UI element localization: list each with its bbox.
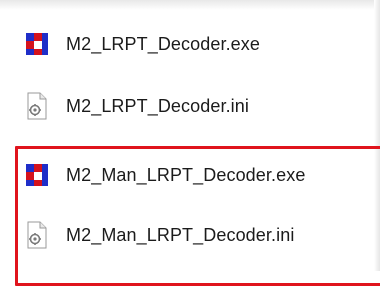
file-name: M2_Man_LRPT_Decoder.ini bbox=[66, 224, 295, 245]
file-name: M2_LRPT_Decoder.exe bbox=[66, 33, 261, 54]
file-item-m2-man-lrpt-decoder-ini[interactable]: M2_Man_LRPT_Decoder.ini bbox=[0, 207, 380, 263]
file-item-m2-lrpt-decoder-ini[interactable]: M2_LRPT_Decoder.ini bbox=[0, 78, 380, 134]
file-name: M2_LRPT_Decoder.ini bbox=[66, 95, 249, 116]
ini-settings-icon bbox=[23, 221, 51, 249]
ini-settings-icon bbox=[23, 92, 51, 120]
exe-app-icon bbox=[23, 30, 51, 58]
exe-app-icon bbox=[23, 161, 51, 189]
file-explorer-view: M2_LRPT_Decoder.exe M2_LRPT_Decoder.ini … bbox=[0, 0, 380, 286]
file-list: M2_LRPT_Decoder.exe M2_LRPT_Decoder.ini … bbox=[0, 0, 380, 271]
file-item-m2-man-lrpt-decoder-exe[interactable]: M2_Man_LRPT_Decoder.exe bbox=[0, 147, 380, 203]
file-name: M2_Man_LRPT_Decoder.exe bbox=[66, 164, 306, 185]
file-item-m2-lrpt-decoder-exe[interactable]: M2_LRPT_Decoder.exe bbox=[0, 16, 380, 72]
